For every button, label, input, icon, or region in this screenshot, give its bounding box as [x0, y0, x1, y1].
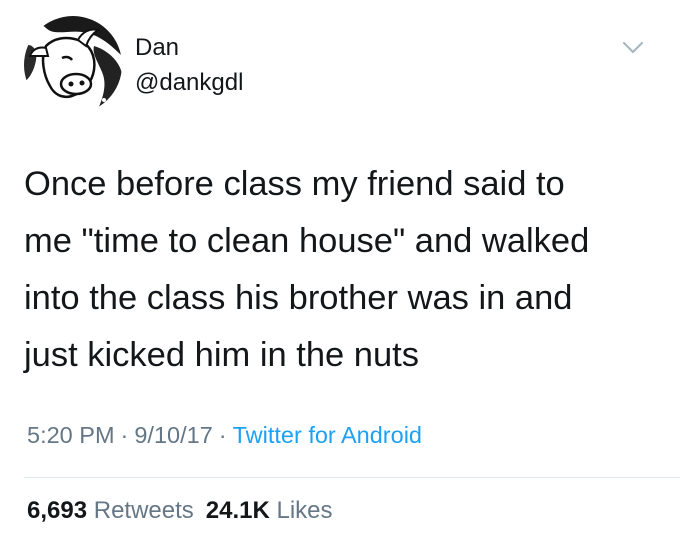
divider	[24, 477, 680, 478]
likes-label: Likes	[276, 497, 333, 524]
tweet-metadata: 5:20 PM · 9/10/17 · Twitter for Android	[27, 421, 422, 449]
author-display-name[interactable]: Dan	[135, 34, 179, 62]
tweet-date[interactable]: 9/10/17	[134, 422, 212, 448]
tweet-text: Once before class my friend said to me "…	[24, 156, 664, 384]
tweet-text-line: into the class his brother was in and	[24, 279, 573, 317]
tweet-menu-button[interactable]	[621, 38, 645, 58]
likes-stat[interactable]: 24.1K Likes	[206, 497, 333, 524]
author-handle[interactable]: @dankgdl	[135, 69, 243, 97]
likes-count: 24.1K	[205, 497, 270, 524]
chevron-down-icon	[622, 41, 644, 54]
tweet-time[interactable]: 5:20 PM	[27, 422, 115, 448]
tweet-text-line: Once before class my friend said to	[24, 165, 565, 203]
retweets-label: Retweets	[93, 497, 194, 524]
tweet-card: Dan @dankgdl Once before class my friend…	[0, 0, 680, 545]
retweets-count: 6,693	[27, 497, 88, 524]
tweet-text-line: me "time to clean house" and walked	[24, 222, 590, 260]
cow-head-avatar-icon	[24, 16, 122, 114]
avatar[interactable]	[24, 16, 122, 114]
retweets-stat[interactable]: 6,693 Retweets	[27, 497, 194, 524]
meta-separator: ·	[218, 422, 227, 448]
meta-separator: ·	[120, 422, 129, 448]
tweet-stats: 6,693 Retweets 24.1K Likes	[27, 497, 333, 525]
tweet-source-link[interactable]: Twitter for Android	[233, 422, 422, 448]
tweet-text-line: just kicked him in the nuts	[24, 336, 420, 374]
